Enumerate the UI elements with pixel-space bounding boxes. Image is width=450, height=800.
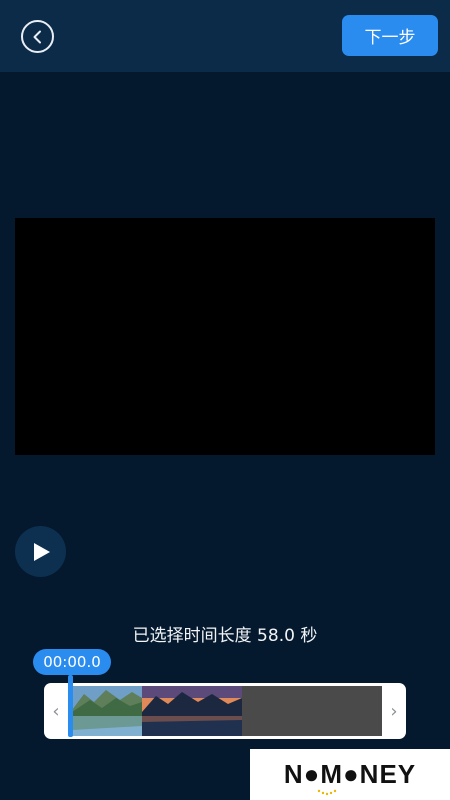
trim-handle-left[interactable]: ‹ <box>44 683 68 739</box>
current-time-badge: 00:00.0 <box>33 649 111 675</box>
playhead-marker[interactable] <box>68 675 73 737</box>
trim-timeline[interactable]: ‹ › <box>44 683 406 739</box>
video-thumbnail <box>142 686 242 736</box>
back-button[interactable] <box>21 20 54 53</box>
next-step-button[interactable]: 下一步 <box>342 15 438 56</box>
watermark-logo: N●M●NEY <box>250 749 450 800</box>
top-bar: 下一步 <box>0 0 450 72</box>
chevron-left-icon <box>33 30 41 43</box>
trim-handle-right[interactable]: › <box>382 683 406 739</box>
play-button[interactable] <box>15 526 66 577</box>
video-preview[interactable] <box>15 218 435 455</box>
selected-duration-label: 已选择时间长度 58.0 秒 <box>132 626 318 646</box>
svg-text:N●M●NEY: N●M●NEY <box>284 759 416 789</box>
nomoney-logo: N●M●NEY <box>284 759 416 795</box>
filmstrip[interactable] <box>72 686 382 736</box>
play-icon <box>34 542 50 561</box>
video-thumbnail <box>72 686 142 736</box>
